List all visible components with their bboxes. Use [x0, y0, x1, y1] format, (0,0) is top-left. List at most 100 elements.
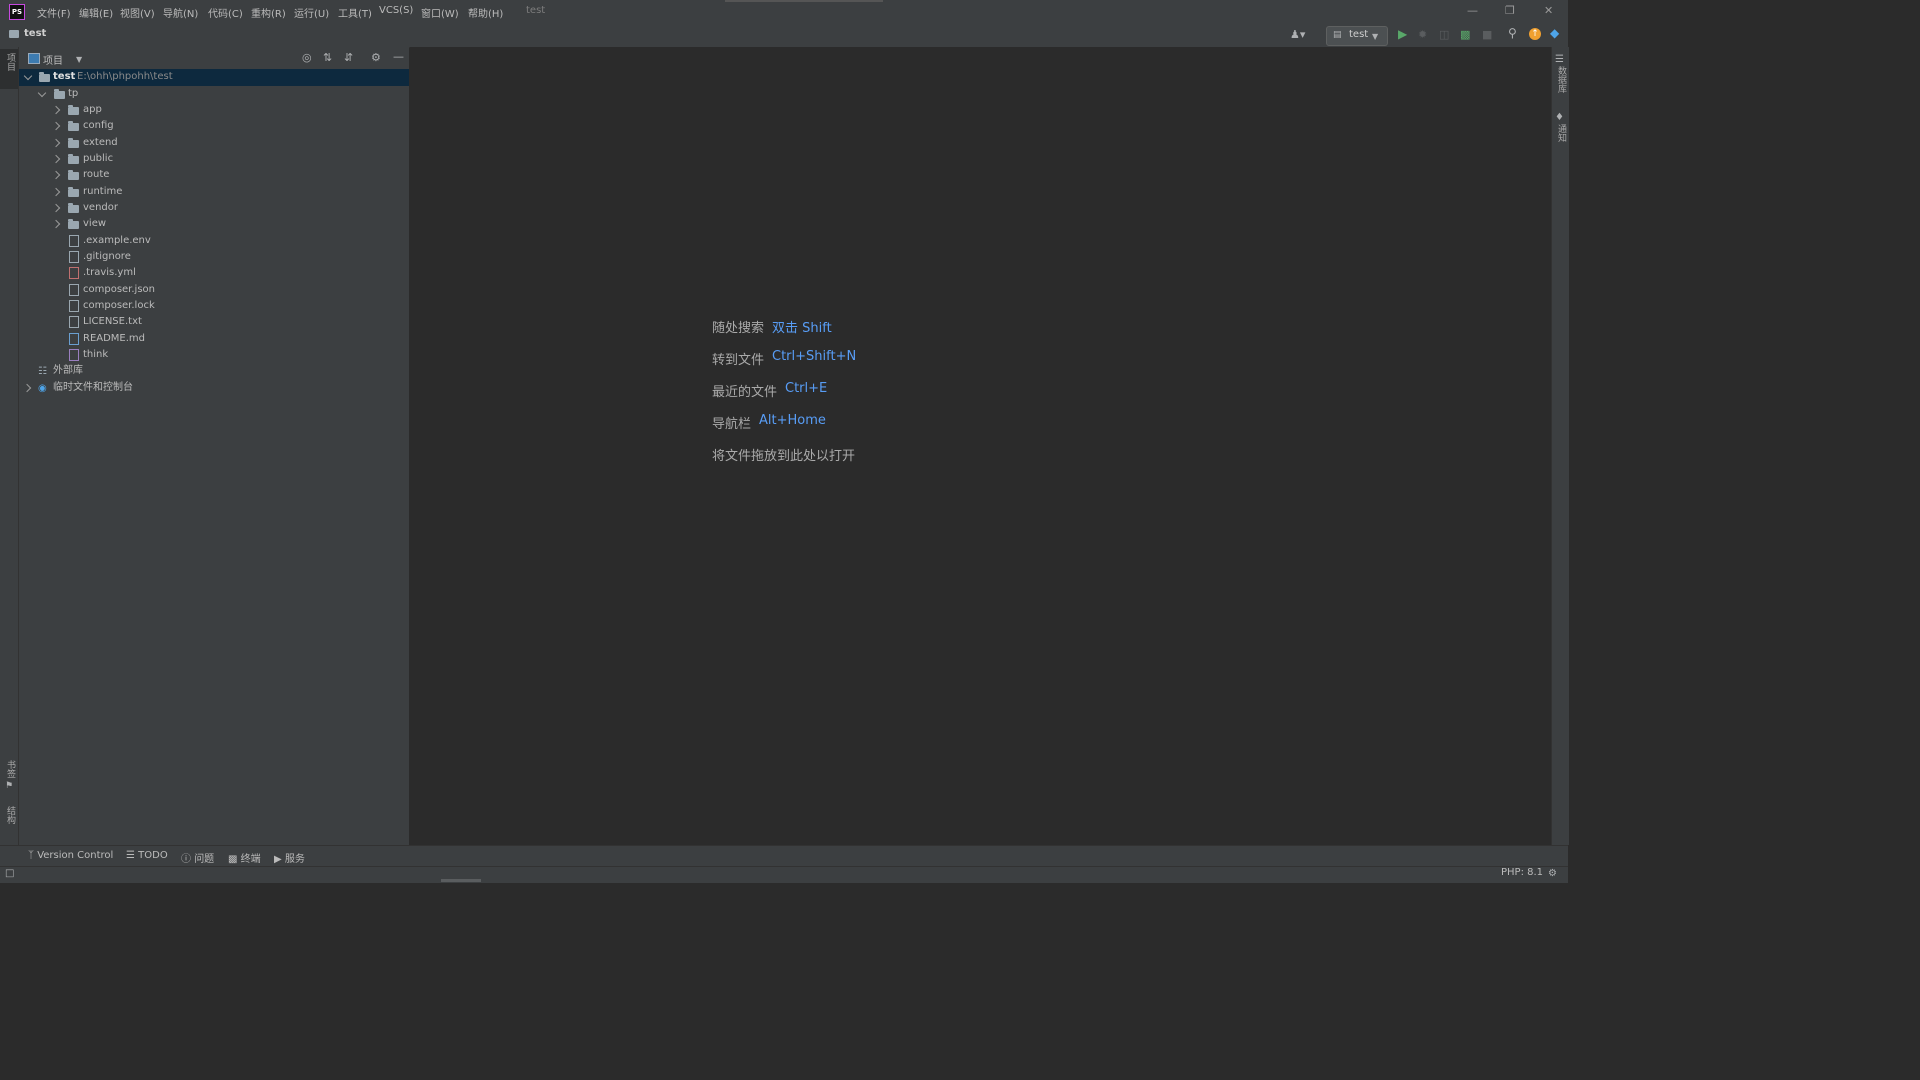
database-tab-label[interactable]: 数据库 [1555, 66, 1568, 93]
chevron-right-icon[interactable] [22, 383, 32, 393]
gear-icon[interactable]: ⚙ [371, 52, 381, 63]
run-icon[interactable]: ▶ [1398, 28, 1407, 40]
debug-icon[interactable]: ✹ [1418, 29, 1427, 40]
chevron-down-icon[interactable] [23, 71, 33, 81]
tree-label: composer.lock [83, 300, 155, 311]
tree-row-scratches[interactable]: ◉ 临时文件和控制台 [19, 380, 409, 396]
menu-refactor[interactable]: 重构(R) [251, 5, 286, 20]
project-panel-title[interactable]: 项目 [43, 52, 63, 67]
menu-help[interactable]: 帮助(H) [468, 5, 503, 20]
tree-label: public [83, 153, 114, 164]
tree-row-folder[interactable]: runtime [19, 184, 409, 200]
tree-row-external-libraries[interactable]: ☷ 外部库 [19, 363, 409, 379]
folder-icon [68, 138, 79, 148]
notifications-tab-label[interactable]: 通知 [1555, 124, 1568, 142]
collapse-all-icon[interactable]: ⇵ [344, 52, 353, 63]
tree-row-folder[interactable]: public [19, 151, 409, 167]
menu-view[interactable]: 视图(V) [120, 5, 155, 20]
tree-row-file[interactable]: .travis.yml [19, 265, 409, 281]
tab-todo[interactable]: ☰ TODO [126, 850, 168, 861]
menu-edit[interactable]: 编辑(E) [79, 5, 113, 20]
tree-row-root[interactable]: test E:\ohh\phpohh\test [19, 69, 409, 85]
chevron-right-icon[interactable] [51, 154, 61, 164]
tree-label: vendor [83, 202, 118, 213]
services-icon: ▶ [274, 854, 285, 865]
profile-icon[interactable]: ▩ [1460, 29, 1470, 40]
menu-file[interactable]: 文件(F) [37, 5, 71, 20]
tab-problems[interactable]: ⓘ 问题 [181, 850, 214, 865]
tree-row-folder[interactable]: route [19, 167, 409, 183]
jetbrains-icon[interactable]: ◆ [1550, 27, 1559, 39]
update-icon[interactable]: ↑ [1529, 28, 1541, 40]
settings-icon[interactable]: ⚙ [1548, 868, 1557, 879]
tree-row-file[interactable]: .gitignore [19, 249, 409, 265]
tree-row-folder[interactable]: extend [19, 135, 409, 151]
folder-icon [68, 170, 79, 180]
chevron-down-icon[interactable]: ▼ [76, 54, 82, 65]
coverage-icon[interactable]: ◫ [1439, 29, 1449, 40]
php-version[interactable]: PHP: 8.1 [1501, 867, 1543, 878]
restore-icon[interactable]: ❐ [1505, 4, 1515, 17]
structure-tab-label[interactable]: 结构 [4, 806, 17, 824]
close-icon[interactable]: ✕ [1544, 4, 1553, 17]
chevron-right-icon[interactable] [51, 105, 61, 115]
scratches-icon: ◉ [38, 383, 47, 394]
tree-row-folder[interactable]: config [19, 118, 409, 134]
composer-file-icon [69, 300, 79, 312]
tree-row-folder[interactable]: view [19, 216, 409, 232]
hide-panel-icon[interactable]: — [393, 51, 404, 62]
menu-vcs[interactable]: VCS(S) [379, 5, 413, 16]
tree-label: README.md [83, 333, 146, 344]
chevron-right-icon[interactable] [51, 187, 61, 197]
folder-icon [68, 187, 79, 197]
editor-empty-area[interactable] [410, 47, 1551, 845]
menu-tools[interactable]: 工具(T) [338, 5, 372, 20]
folder-icon [68, 203, 79, 213]
user-icon[interactable]: ♟▾ [1290, 29, 1305, 40]
chevron-right-icon[interactable] [51, 219, 61, 229]
expand-all-icon[interactable]: ⇅ [323, 52, 332, 63]
hint-navbar-label: 导航栏 [712, 417, 752, 432]
menu-window[interactable]: 窗口(W) [421, 5, 459, 20]
locate-icon[interactable]: ◎ [302, 52, 312, 63]
tree-label: config [83, 120, 114, 131]
chevron-right-icon[interactable] [51, 138, 61, 148]
hint-recent-files-label: 最近的文件 [712, 385, 778, 400]
hint-drop-files-label: 将文件拖放到此处以打开 [712, 449, 856, 464]
tree-label: 外部库 [53, 365, 83, 376]
chevron-right-icon[interactable] [51, 203, 61, 213]
tab-terminal[interactable]: ▩ 终端 [228, 850, 261, 865]
tree-label: LICENSE.txt [83, 316, 142, 327]
stop-icon[interactable]: ■ [1482, 29, 1492, 40]
chevron-right-icon[interactable] [51, 170, 61, 180]
tree-row-folder[interactable]: app [19, 102, 409, 118]
chevron-right-icon[interactable] [51, 121, 61, 131]
breadcrumb-project[interactable]: test [24, 28, 46, 39]
tree-row-tp[interactable]: tp [19, 86, 409, 102]
tree-row-file[interactable]: composer.lock [19, 298, 409, 314]
minimize-icon[interactable]: — [1467, 4, 1478, 17]
title-progress [725, 0, 883, 2]
search-icon[interactable]: ⚲ [1508, 27, 1517, 39]
status-progress [441, 879, 481, 882]
bookmarks-tab-label[interactable]: 书签 [4, 760, 17, 778]
status-bar [0, 866, 1568, 883]
tree-row-file[interactable]: README.md [19, 331, 409, 347]
tree-row-file[interactable]: LICENSE.txt [19, 314, 409, 330]
window-title: test [526, 5, 546, 16]
menu-code[interactable]: 代码(C) [208, 5, 243, 20]
tab-services[interactable]: ▶ 服务 [274, 850, 305, 865]
tree-row-file[interactable]: composer.json [19, 282, 409, 298]
tree-row-file[interactable]: .example.env [19, 233, 409, 249]
chevron-down-icon[interactable] [37, 88, 47, 98]
left-tool-strip [0, 47, 19, 845]
menu-navigate[interactable]: 导航(N) [163, 5, 198, 20]
tree-row-file[interactable]: think [19, 347, 409, 363]
menu-run[interactable]: 运行(U) [294, 5, 329, 20]
tree-label: app [83, 104, 102, 115]
toggle-tool-windows-icon[interactable]: □ [5, 868, 14, 879]
yaml-file-icon [69, 267, 79, 279]
tree-row-folder[interactable]: vendor [19, 200, 409, 216]
folder-icon [68, 219, 79, 229]
tab-version-control[interactable]: ᛉ Version Control [28, 850, 113, 861]
